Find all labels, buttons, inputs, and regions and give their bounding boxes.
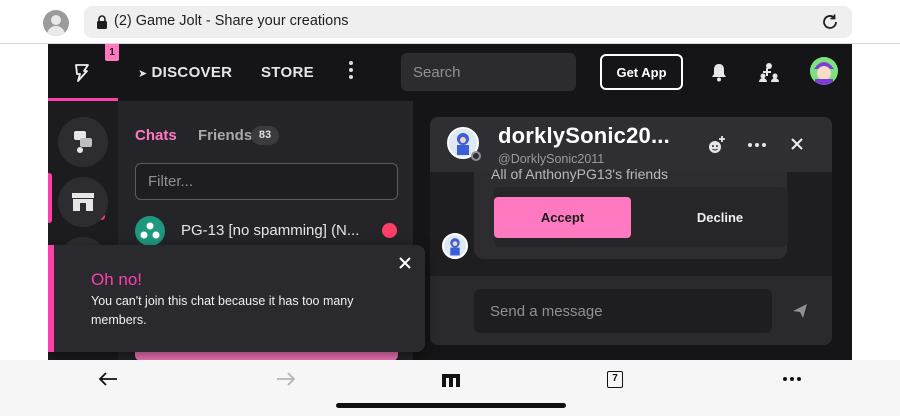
chat-username: @DorklySonic2011 xyxy=(498,152,605,166)
close-icon[interactable] xyxy=(399,257,411,269)
sidebar-chat-button[interactable] xyxy=(58,117,108,167)
add-member-icon[interactable] xyxy=(707,135,727,155)
home-indicator xyxy=(336,403,566,408)
game-jolt-app: 1 ➤DISCOVER STORE Get App xyxy=(48,44,852,360)
filter-input[interactable] xyxy=(135,163,398,200)
invite-text: All of AnthonyPG13's friends xyxy=(491,166,668,182)
browser-home-icon[interactable] xyxy=(441,372,461,388)
lock-icon xyxy=(97,15,107,29)
group-chat-icon xyxy=(135,216,165,246)
nav-store-link[interactable]: STORE xyxy=(261,64,314,81)
notification-count-badge: 1 xyxy=(105,44,119,61)
friends-icon[interactable] xyxy=(759,62,779,82)
search-input[interactable] xyxy=(401,53,576,91)
message-composer xyxy=(430,276,832,345)
tab-chats[interactable]: Chats xyxy=(135,127,177,144)
user-avatar[interactable] xyxy=(810,57,838,85)
chat-title: dorklySonic20... xyxy=(498,123,670,148)
message-sender-avatar xyxy=(442,233,468,259)
address-bar[interactable]: (2) Game Jolt - Share your creations xyxy=(84,6,852,38)
nav-discover-label: DISCOVER xyxy=(151,64,233,81)
sidebar-store-button[interactable] xyxy=(58,177,108,227)
browser-bottom-bar: 7 xyxy=(0,360,900,416)
send-icon[interactable] xyxy=(792,303,808,319)
browser-toolbar: (2) Game Jolt - Share your creations xyxy=(0,0,900,44)
error-toast: Oh no! You can't join this chat because … xyxy=(48,245,425,352)
chat-bubbles-icon xyxy=(74,131,92,153)
browser-profile-icon[interactable] xyxy=(43,10,69,36)
offline-status-indicator xyxy=(471,151,481,161)
close-icon[interactable] xyxy=(790,137,804,151)
compass-icon: ➤ xyxy=(138,68,148,80)
accept-button[interactable]: Accept xyxy=(494,197,631,238)
bell-icon[interactable] xyxy=(710,62,728,82)
page-title-url: (2) Game Jolt - Share your creations xyxy=(114,13,349,29)
message-input[interactable] xyxy=(474,289,772,333)
unread-indicator xyxy=(382,223,397,238)
tab-friends[interactable]: Friends xyxy=(198,127,252,144)
more-horizontal-icon[interactable] xyxy=(748,143,766,147)
tabs-count-button[interactable]: 7 xyxy=(607,371,623,388)
more-vertical-icon[interactable] xyxy=(345,61,357,79)
chat-header: dorklySonic20... @DorklySonic2011 xyxy=(430,117,832,172)
store-icon xyxy=(72,193,94,211)
decline-button[interactable]: Decline xyxy=(650,197,790,238)
nav-discover-link[interactable]: ➤ DISCOVER xyxy=(138,64,232,81)
toast-message: You can't join this chat because it has … xyxy=(91,294,354,327)
friends-count-badge: 83 xyxy=(251,126,279,145)
toast-title: Oh no! xyxy=(91,270,143,289)
top-navigation: 1 ➤DISCOVER STORE Get App xyxy=(48,44,852,101)
more-horizontal-icon[interactable] xyxy=(783,377,801,381)
get-app-button[interactable]: Get App xyxy=(600,54,683,90)
back-arrow-icon[interactable] xyxy=(98,371,118,387)
reload-icon[interactable] xyxy=(820,12,840,32)
game-jolt-bolt-icon xyxy=(75,64,89,82)
chat-window: dorklySonic20... @DorklySonic2011 All of… xyxy=(430,117,832,345)
chat-messages: All of AnthonyPG13's friends Accept Decl… xyxy=(430,166,832,276)
forward-arrow-icon[interactable] xyxy=(276,371,296,387)
chat-row-name[interactable]: PG-13 [no spamming] (N... xyxy=(181,222,359,239)
active-indicator xyxy=(48,173,52,223)
